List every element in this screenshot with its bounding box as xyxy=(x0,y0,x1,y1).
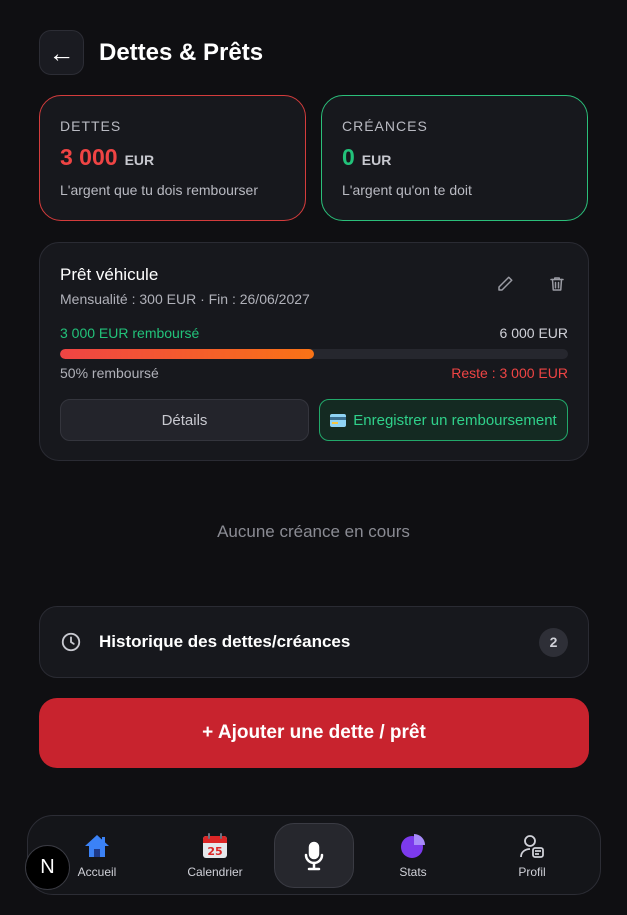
history-label: Historique des dettes/créances xyxy=(99,632,351,651)
remaining-amount: Reste : 3 000 EUR xyxy=(451,365,568,381)
progress-status: 50% remboursé Reste : 3 000 EUR xyxy=(60,365,568,381)
debts-value: 3 000 xyxy=(60,144,118,170)
loan-card: Prêt véhicule Mensualité : 300 EUR · Fin… xyxy=(39,242,589,461)
nav-label-stats: Stats xyxy=(399,865,427,879)
bottom-nav: Accueil 25 Calendrier Stats Profil xyxy=(27,815,601,895)
repaid-amount: 3 000 EUR remboursé xyxy=(60,325,200,341)
back-button[interactable]: ← xyxy=(39,30,84,75)
home-icon xyxy=(85,835,109,857)
add-debt-button[interactable]: + Ajouter une dette / prêt xyxy=(39,698,589,768)
history-item[interactable]: Historique des dettes/créances 2 xyxy=(39,606,589,678)
empty-credits-message: Aucune créance en cours xyxy=(217,522,410,541)
arrow-left-icon: ← xyxy=(48,37,75,68)
credits-currency: EUR xyxy=(361,152,392,168)
nav-item-stats[interactable]: Stats xyxy=(363,816,463,896)
clock-icon xyxy=(61,632,81,652)
debts-label: DETTES xyxy=(60,118,122,134)
credit-card-icon xyxy=(330,413,347,427)
percent-repaid: 50% remboursé xyxy=(60,365,159,381)
progress-bar-fill xyxy=(60,349,314,359)
debts-description: L'argent que tu dois rembourser xyxy=(60,182,259,198)
delete-button[interactable] xyxy=(544,271,570,297)
credits-label: CRÉANCES xyxy=(342,118,428,134)
progress-bar xyxy=(60,349,568,359)
calendar-day: 25 xyxy=(207,845,222,858)
trash-icon xyxy=(550,277,564,291)
edit-button[interactable] xyxy=(492,271,518,297)
nav-label-home: Accueil xyxy=(77,865,117,879)
progress-labels: 3 000 EUR remboursé 6 000 EUR xyxy=(60,325,568,341)
calendar-icon: 25 xyxy=(203,833,227,858)
total-amount: 6 000 EUR xyxy=(499,325,568,341)
page-title: Dettes & Prêts xyxy=(99,38,264,66)
pencil-icon xyxy=(498,276,513,291)
credits-value: 0 xyxy=(342,144,355,170)
nav-label-profile: Profil xyxy=(518,865,546,879)
n-badge-letter: N xyxy=(40,856,55,878)
loan-actions xyxy=(492,271,570,297)
header: ← Dettes & Prêts xyxy=(39,30,263,75)
credits-description: L'argent qu'on te doit xyxy=(342,182,472,198)
microphone-button[interactable] xyxy=(274,823,354,888)
credits-amount: 0 EUR xyxy=(342,144,567,171)
debts-currency: EUR xyxy=(124,152,155,168)
debts-amount: 3 000 EUR xyxy=(60,144,285,171)
n-badge[interactable]: N xyxy=(25,845,70,890)
record-repayment-label: Enregistrer un remboursement xyxy=(353,411,557,429)
debts-summary-card: DETTES 3 000 EUR L'argent que tu dois re… xyxy=(39,95,306,221)
details-button[interactable]: Détails xyxy=(60,399,309,441)
credits-summary-card: CRÉANCES 0 EUR L'argent qu'on te doit xyxy=(321,95,588,221)
nav-item-profile[interactable]: Profil xyxy=(482,816,582,896)
record-repayment-button[interactable]: Enregistrer un remboursement xyxy=(319,399,568,441)
nav-label-calendar: Calendrier xyxy=(187,865,243,879)
microphone-icon xyxy=(304,841,324,870)
nav-item-calendar[interactable]: 25 Calendrier xyxy=(165,816,265,896)
profile-icon xyxy=(520,835,544,858)
pie-chart-icon xyxy=(401,834,425,858)
history-count-badge: 2 xyxy=(539,627,568,657)
